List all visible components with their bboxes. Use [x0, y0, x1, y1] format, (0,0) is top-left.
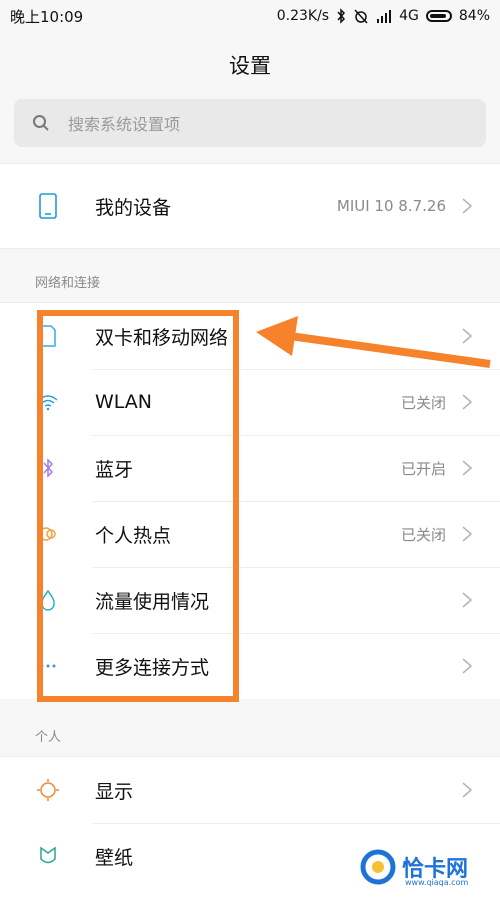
signal-icon	[377, 10, 392, 23]
bluetooth-status-icon	[337, 8, 346, 24]
wlan-label: WLAN	[95, 391, 153, 413]
wallpaper-icon	[34, 842, 62, 870]
section-title-personal: 个人	[35, 730, 62, 745]
chevron-right-icon	[462, 394, 473, 410]
my-device-label: 我的设备	[95, 196, 172, 219]
hotspot-label: 个人热点	[95, 524, 172, 547]
hotspot-icon	[34, 520, 62, 548]
hotspot-item[interactable]: 个人热点 已关闭	[0, 501, 500, 567]
battery-level: 84%	[458, 8, 490, 24]
sim-card-icon	[34, 322, 62, 350]
display-label: 显示	[95, 780, 134, 803]
wlan-item[interactable]: WLAN 已关闭	[0, 369, 500, 435]
bluetooth-label: 蓝牙	[95, 458, 134, 481]
chevron-right-icon	[462, 198, 473, 214]
chevron-right-icon	[462, 460, 473, 476]
more-icon	[34, 652, 62, 680]
my-device-item[interactable]: 我的设备 MIUI 10 8.7.26	[0, 164, 500, 248]
status-bar: 晚上10:09 0.23K/s 4G 84%	[0, 0, 500, 32]
more-connections-label: 更多连接方式	[95, 656, 210, 679]
status-right: 0.23K/s 4G 84%	[277, 8, 490, 24]
data-usage-item[interactable]: 流量使用情况	[0, 567, 500, 633]
battery-icon	[425, 10, 452, 22]
wlan-status: 已关闭	[400, 393, 446, 412]
search-input[interactable]: 搜索系统设置项	[14, 99, 486, 147]
search-icon	[33, 115, 49, 131]
alarm-off-icon	[354, 9, 368, 24]
watermark-url: www.qiaqa.com	[405, 878, 469, 887]
data-usage-label: 流量使用情况	[95, 590, 210, 613]
search-placeholder: 搜索系统设置项	[68, 115, 181, 134]
wifi-icon	[34, 388, 62, 416]
net-speed: 0.23K/s	[276, 8, 330, 24]
phone-icon	[34, 192, 62, 220]
network-type: 4G	[399, 8, 419, 24]
display-item[interactable]: 显示	[0, 757, 500, 823]
logo-icon	[360, 849, 396, 885]
my-device-version: MIUI 10 8.7.26	[336, 197, 446, 215]
bluetooth-status: 已开启	[400, 459, 446, 478]
chevron-right-icon	[462, 658, 473, 674]
chevron-right-icon	[462, 526, 473, 542]
page-title: 设置	[229, 54, 271, 78]
display-icon	[34, 776, 62, 804]
data-usage-icon	[34, 586, 62, 614]
bluetooth-icon	[34, 454, 62, 482]
device-card: 我的设备 MIUI 10 8.7.26	[0, 163, 500, 249]
chevron-right-icon	[462, 782, 473, 798]
status-time: 晚上10:09	[10, 7, 84, 26]
annotation-arrow	[256, 316, 491, 368]
bluetooth-item[interactable]: 蓝牙 已开启	[0, 435, 500, 501]
more-connections-item[interactable]: 更多连接方式	[0, 633, 500, 699]
hotspot-status: 已关闭	[400, 525, 446, 544]
section-title-network: 网络和连接	[35, 276, 101, 291]
chevron-right-icon	[462, 592, 473, 608]
